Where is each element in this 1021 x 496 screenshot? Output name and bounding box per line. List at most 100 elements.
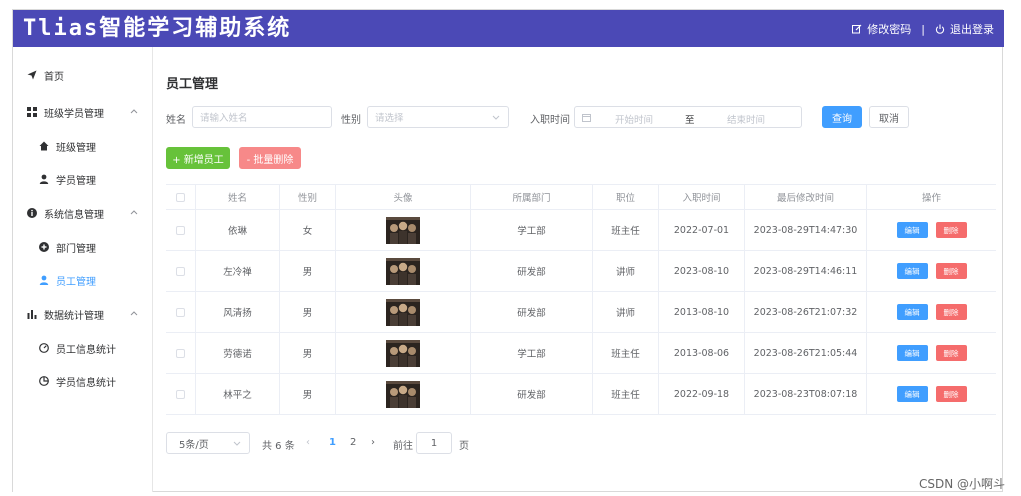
query-button[interactable]: 查询 [822,106,862,128]
cell-job: 班主任 [593,374,659,414]
cell-job: 讲师 [593,292,659,332]
entry-date-range[interactable]: 开始时间 至 结束时间 [574,106,802,128]
edit-button[interactable]: 编辑 [896,345,928,361]
cell-job: 讲师 [593,251,659,291]
delete-button[interactable]: 删除 [935,386,967,402]
edit-button[interactable]: 编辑 [896,222,928,238]
delete-button[interactable]: 删除 [935,304,967,320]
batch-delete-button[interactable]: - 批量删除 [239,147,301,169]
prev-page-button[interactable]: ‹ [306,437,310,448]
cell-gender: 男 [280,251,336,291]
sidebar-item-department[interactable]: 部门管理 [13,235,152,259]
grid-icon [26,106,38,118]
column-header: 头像 [336,185,471,209]
employee-table: 姓名 性别 头像 所属部门 职位 入职时间 最后修改时间 操作 依琳女学工部 班主… [166,184,996,415]
sidebar-item-home[interactable]: 首页 [13,63,152,87]
total-count: 共 6 条 [262,441,295,452]
row-checkbox[interactable] [176,225,185,235]
page-title: 员工管理 [166,77,219,92]
pie-icon [38,375,50,387]
header-separator: | [921,22,925,36]
sidebar-item-employee-stats[interactable]: 员工信息统计 [13,336,152,360]
top-header: Tlias智能学习辅助系统 修改密码 | 退出登录 [13,10,1004,47]
row-checkbox[interactable] [176,348,185,358]
cell-job: 班主任 [593,210,659,250]
sidebar-item-class[interactable]: 班级管理 [13,134,152,158]
change-password-label: 修改密码 [867,23,912,36]
cell-updated: 2023-08-26T21:05:44 [745,333,867,373]
table-row: 劳德诺男学工部 班主任 2013-08-06 2023-08-26T21:05:44 编… [166,333,996,374]
select-all-checkbox[interactable] [176,192,185,202]
cell-updated: 2023-08-29T14:47:30 [745,210,867,250]
main-content: 员工管理 姓名 请输入姓名 性别 请选择 入职时间 开始时间 至 结束时间 查询… [154,47,1003,492]
chevron-up-icon [130,311,138,316]
delete-button[interactable]: 删除 [935,345,967,361]
column-header: 最后修改时间 [745,185,867,209]
page-size-select[interactable]: 5条/页 [166,432,250,454]
edit-button[interactable]: 编辑 [896,263,928,279]
sidebar-group-system-info[interactable]: 系统信息管理 [13,201,152,225]
row-checkbox[interactable] [176,307,185,317]
cell-dept: 学工部 [471,333,593,373]
row-select-cell [166,251,196,291]
logout-link[interactable]: 退出登录 [935,21,994,37]
chevron-up-icon [130,210,138,215]
row-checkbox[interactable] [176,266,185,276]
sidebar-item-label: 首页 [44,71,64,83]
chevron-up-icon [130,109,138,114]
page-size-value: 5条/页 [179,439,209,451]
cell-dept: 学工部 [471,210,593,250]
gender-select[interactable]: 请选择 [367,106,509,128]
header-actions: 修改密码 | 退出登录 [852,21,994,37]
cell-updated: 2023-08-23T08:07:18 [745,374,867,414]
goto-label: 前往 [393,441,413,452]
cell-updated: 2023-08-26T21:07:32 [745,292,867,332]
goto-page-input[interactable]: 1 [416,432,452,454]
edit-button[interactable]: 编辑 [896,304,928,320]
logout-label: 退出登录 [950,23,994,36]
table-row: 风清扬男研发部 讲师 2013-08-10 2023-08-26T21:07:32 编辑… [166,292,996,333]
cell-gender: 男 [280,333,336,373]
user-icon [38,173,50,185]
sidebar-item-student[interactable]: 学员管理 [13,167,152,191]
user-icon [38,274,50,286]
search-form: 姓名 请输入姓名 性别 请选择 入职时间 开始时间 至 结束时间 查询 取消 [166,106,1006,128]
delete-button[interactable]: 删除 [935,263,967,279]
sidebar-item-label: 部门管理 [56,243,96,255]
delete-button[interactable]: 删除 [935,222,967,238]
sidebar-group-class-student[interactable]: 班级学员管理 [13,100,152,124]
edit-button[interactable]: 编辑 [896,386,928,402]
sidebar-item-label: 数据统计管理 [44,310,104,322]
name-input[interactable]: 请输入姓名 [192,106,332,128]
name-label: 姓名 [166,115,186,126]
cell-name: 风清扬 [196,292,280,332]
row-checkbox[interactable] [176,389,185,399]
page-1-button[interactable]: 1 [329,437,336,448]
avatar [386,216,420,244]
page-2-button[interactable]: 2 [350,437,356,448]
cell-dept: 研发部 [471,251,593,291]
plus-circle-icon [38,241,50,253]
sidebar-item-label: 员工管理 [56,276,96,288]
next-page-button[interactable]: › [371,437,375,448]
sidebar-item-label: 班级学员管理 [44,108,104,120]
select-all-cell [166,185,196,209]
add-employee-button[interactable]: + 新增员工 [166,147,230,169]
start-date-placeholder: 开始时间 [615,115,654,126]
sidebar-group-statistics[interactable]: 数据统计管理 [13,302,152,326]
cell-entry: 2023-08-10 [659,251,745,291]
gender-select-placeholder: 请选择 [375,113,404,124]
column-header: 入职时间 [659,185,745,209]
cancel-button[interactable]: 取消 [869,106,909,128]
table-header: 姓名 性别 头像 所属部门 职位 入职时间 最后修改时间 操作 [166,185,996,210]
operation-cell: 编辑 删除 [867,210,996,250]
change-password-link[interactable]: 修改密码 [852,21,911,37]
avatar [386,339,420,367]
sidebar-item-student-stats[interactable]: 学员信息统计 [13,369,152,393]
sidebar-item-employee[interactable]: 员工管理 [13,268,152,292]
avatar-cell [336,333,471,373]
cell-entry: 2022-07-01 [659,210,745,250]
column-header: 姓名 [196,185,280,209]
bar-chart-icon [26,308,38,320]
operation-cell: 编辑 删除 [867,333,996,373]
